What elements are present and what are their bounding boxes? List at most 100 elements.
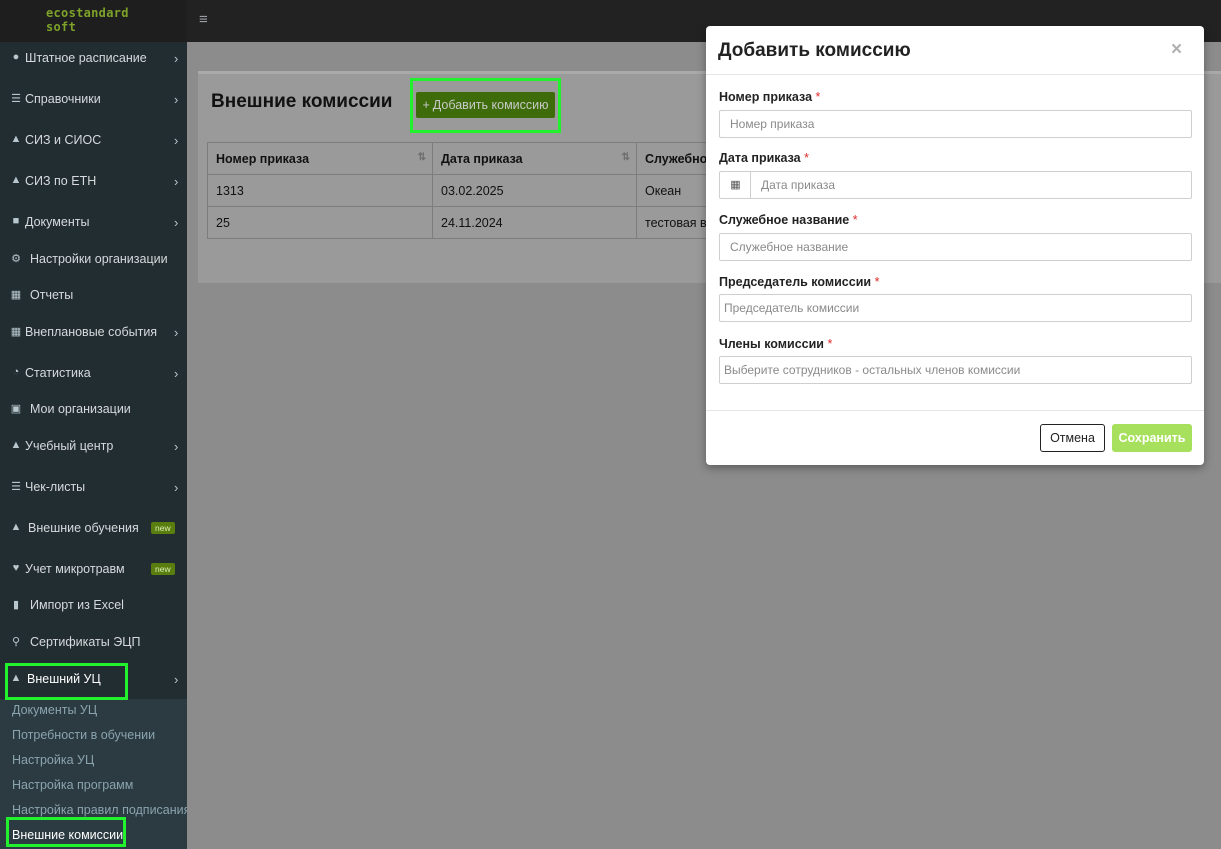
chevron-right-icon: › [174,92,179,107]
list-icon: ☰ [11,93,21,105]
members-label-text: Члены комиссии [719,337,824,351]
submenu-item-program-settings[interactable]: Настройка программ [12,778,133,792]
add-commission-label: Добавить комиссию [432,98,549,112]
chairman-label: Председатель комиссии * [719,275,879,289]
sidebar-item-microtrauma[interactable]: ♥ Учет микротравм new [0,562,187,582]
sidebar-item-label: СИЗ по ЕТН [25,174,97,188]
add-commission-button[interactable]: + Добавить комиссию [416,92,555,118]
sidebar-item-my-orgs[interactable]: ▣ Мои организации [0,402,187,422]
sidebar-item-label: Учет микротравм [25,562,125,576]
service-name-input[interactable] [719,233,1192,261]
submenu-external-tc: Документы УЦ Потребности в обучении Наст… [0,699,190,849]
required-mark: * [804,151,809,165]
required-mark: * [874,275,880,289]
chevron-right-icon: › [174,174,179,189]
gear-icon: ⚙ [11,253,21,265]
sidebar-item-label: Учебный центр [25,439,114,453]
briefcase-icon: ▣ [10,403,22,415]
sidebar-item-label: Документы [25,215,90,229]
column-header-label: Номер приказа [216,151,310,166]
sidebar-item-staffing[interactable]: ● Штатное расписание › [0,51,187,71]
logo-line-2: soft [46,20,77,34]
new-badge: new [151,563,175,575]
calendar-icon[interactable]: ▦ [719,171,751,199]
graduation-cap-icon: ▲ [10,672,22,684]
sidebar-item-external-tc[interactable]: ▲ Внешний УЦ › [0,672,187,692]
sidebar-item-certificates[interactable]: ⚲ Сертификаты ЭЦП [0,635,187,655]
graduation-cap-icon: ▲ [10,439,22,451]
chairman-input[interactable] [719,294,1192,322]
save-button[interactable]: Сохранить [1112,424,1192,452]
column-header-order-number[interactable]: Номер приказа ⇅ [207,142,433,175]
file-excel-icon: ▮ [12,599,20,611]
table-header-row: Номер приказа ⇅ Дата приказа ⇅ Служебное [207,142,724,175]
chevron-right-icon: › [174,439,179,454]
table-row[interactable]: 25 24.11.2024 тестовая вн [207,206,724,239]
close-icon[interactable]: × [1171,40,1182,60]
sidebar-item-label: Внешний УЦ [27,672,101,686]
submenu-item-documents-tc[interactable]: Документы УЦ [12,703,97,717]
chevron-right-icon: › [174,325,179,340]
sort-icon: ⇅ [417,152,426,163]
members-label: Члены комиссии * [719,337,832,351]
sidebar-item-siz-sios[interactable]: ▲ СИЗ и СИОС › [0,133,187,153]
menu-toggle-icon[interactable]: ≡ [199,12,208,28]
graduation-cap-icon: ▲ [10,521,22,533]
logo-line-1: ecostandard [46,6,129,20]
divider [706,410,1204,411]
divider [706,74,1204,75]
sidebar-item-statistics[interactable]: ◔ Статистика › [0,366,187,386]
chairman-label-text: Председатель комиссии [719,275,872,289]
sidebar-item-directories[interactable]: ☰ Справочники › [0,92,187,112]
submenu-item-signing-rules[interactable]: Настройка правил подписания [12,803,190,817]
folder-icon: ■ [12,215,20,227]
table-row[interactable]: 1313 03.02.2025 Океан [207,174,724,207]
users-icon: ● [12,51,20,63]
submenu-item-tc-settings[interactable]: Настройка УЦ [12,753,94,767]
sidebar-item-documents[interactable]: ■ Документы › [0,215,187,235]
sidebar-item-reports[interactable]: ▦ Отчеты [0,288,187,308]
submenu-item-training-needs[interactable]: Потребности в обучении [12,728,155,742]
order-number-label: Номер приказа * [719,90,820,104]
chevron-right-icon: › [174,133,179,148]
sidebar-item-import-excel[interactable]: ▮ Импорт из Excel [0,598,187,618]
sidebar-item-external-training[interactable]: ▲ Внешние обучения new [0,521,187,541]
table-cell: 1313 [207,174,433,207]
sidebar-item-label: СИЗ и СИОС [25,133,102,147]
sidebar-item-org-settings[interactable]: ⚙ Настройки организации [0,252,187,272]
heartbeat-icon: ♥ [12,562,20,574]
clipboard-icon: ▦ [10,289,22,301]
chevron-right-icon: › [174,366,179,381]
sidebar-item-label: Штатное расписание [25,51,147,65]
table-cell: 25 [207,206,433,239]
column-header-label: Служебное [645,151,715,166]
plus-icon: + [422,98,430,112]
order-number-label-text: Номер приказа [719,90,813,104]
sidebar-item-unplanned-events[interactable]: ▦ Внеплановые события › [0,325,187,345]
sidebar-item-label: Внешние обучения [28,521,139,535]
sort-icon: ⇅ [621,152,630,163]
helmet-icon: ▲ [10,133,22,145]
new-badge: new [151,522,175,534]
sidebar-item-label: Импорт из Excel [30,598,124,612]
members-select[interactable] [719,356,1192,384]
order-date-label-text: Дата приказа [719,151,801,165]
column-header-label: Дата приказа [441,151,523,166]
order-date-input[interactable] [750,171,1192,199]
order-number-input[interactable] [719,110,1192,138]
sidebar-item-label: Справочники [25,92,101,106]
table-cell: 03.02.2025 [432,174,637,207]
column-header-order-date[interactable]: Дата приказа ⇅ [432,142,637,175]
chevron-right-icon: › [174,480,179,495]
sidebar-item-siz-etn[interactable]: ▲ СИЗ по ЕТН › [0,174,187,194]
sidebar-item-checklists[interactable]: ☰ Чек-листы › [0,480,187,500]
submenu-item-external-commissions[interactable]: Внешние комиссии [12,828,123,842]
cancel-button[interactable]: Отмена [1040,424,1105,452]
pie-chart-icon: ◔ [12,366,20,378]
modal-title: Добавить комиссию [718,40,911,61]
table-cell: 24.11.2024 [432,206,637,239]
logo[interactable]: ecostandard soft [0,0,187,42]
sidebar-item-training-center[interactable]: ▲ Учебный центр › [0,439,187,459]
sidebar-item-label: Статистика [25,366,91,380]
sidebar-item-label: Отчеты [30,288,74,302]
